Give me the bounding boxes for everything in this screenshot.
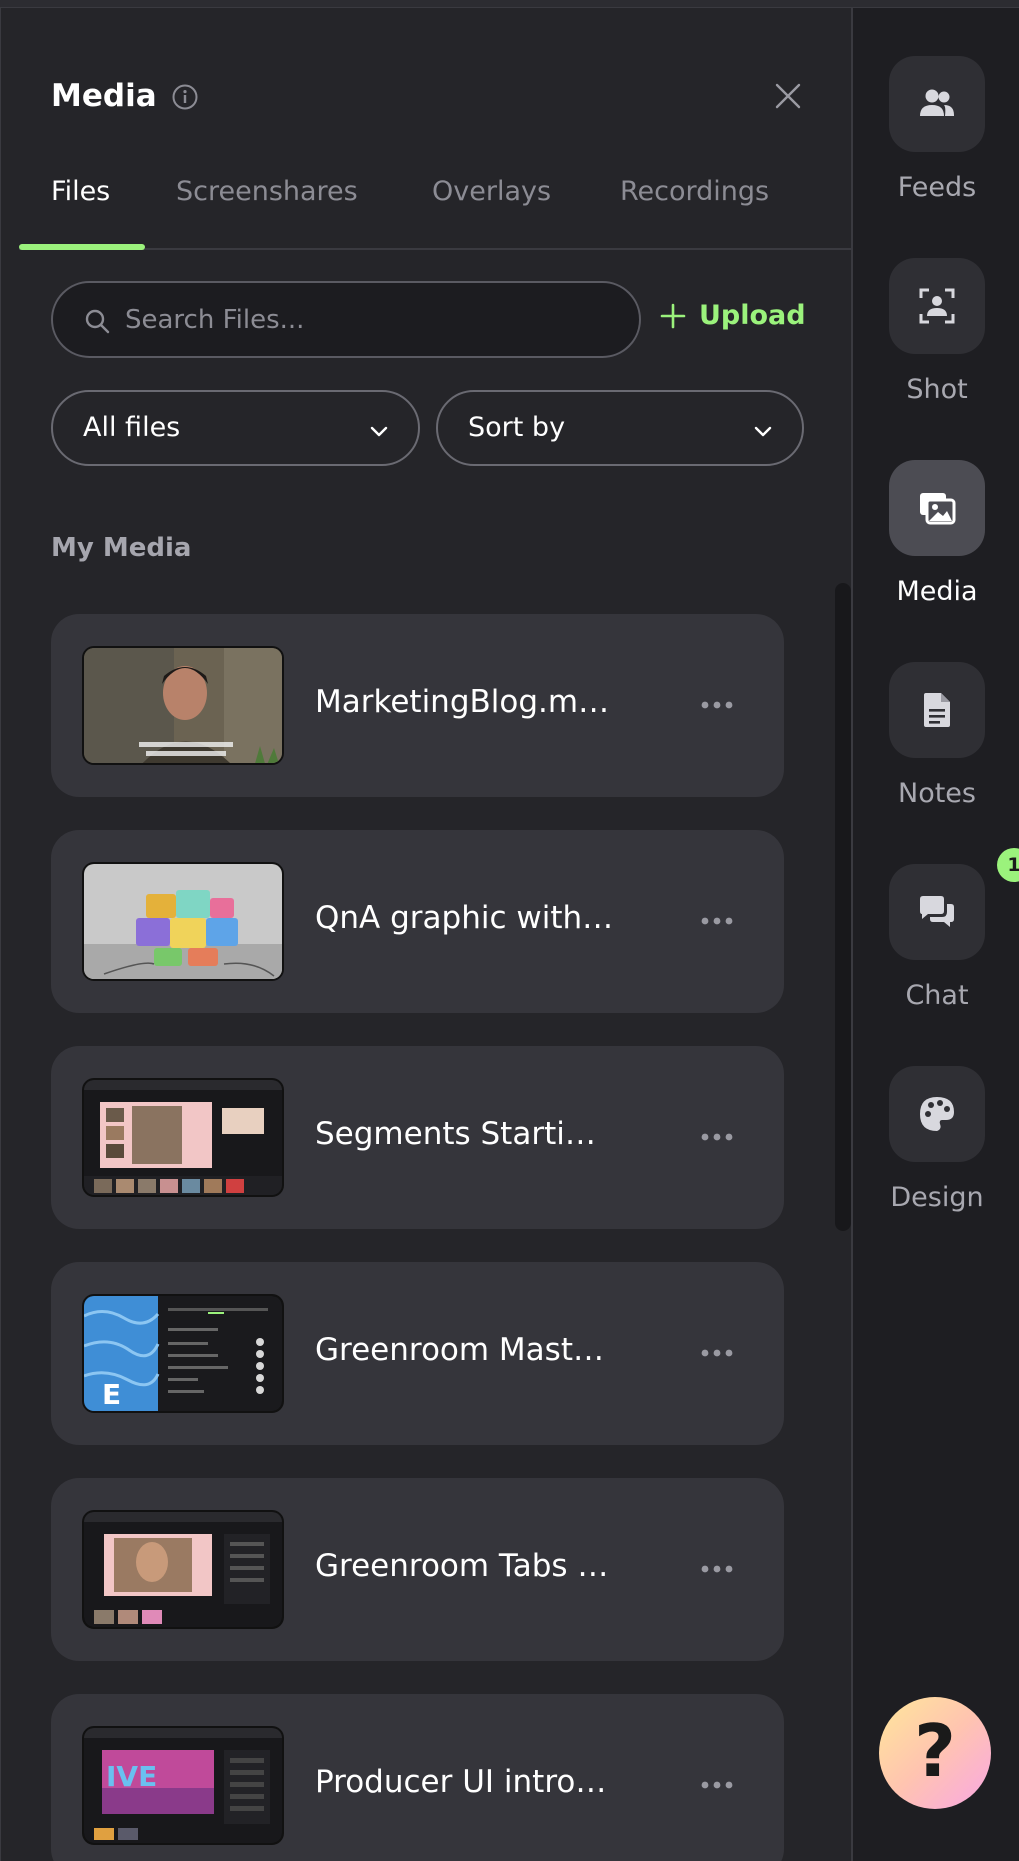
close-icon[interactable] [772,80,804,112]
media-item[interactable]: MarketingBlog.mp4 [51,614,784,797]
chevron-down-icon [754,426,772,437]
nav-item-design[interactable]: Design [853,1066,1019,1246]
nav-item-media[interactable]: Media [853,460,1019,640]
nav-label-media: Media [896,576,978,607]
nav-label-feeds: Feeds [897,172,977,203]
nav-button-shot[interactable] [889,258,985,354]
media-item[interactable]: Greenroom Tabs Ove... [51,1478,784,1661]
tab-files[interactable]: Files [51,176,110,207]
more-options-icon[interactable] [697,1556,737,1582]
tab-overlays[interactable]: Overlays [432,176,551,207]
media-item[interactable]: Segments Starting St... [51,1046,784,1229]
help-label: ? [914,1709,956,1793]
more-options-icon[interactable] [697,1124,737,1150]
chat-unread-badge: 1 [997,848,1019,882]
file-filter-select[interactable]: All files [51,390,420,466]
nav-label-design: Design [890,1182,984,1213]
nav-label-notes: Notes [898,778,976,809]
search-icon [85,309,110,334]
media-item-name: Greenroom Tabs Ove... [315,1548,615,1584]
upload-label: Upload [699,300,806,331]
more-options-icon[interactable] [697,692,737,718]
nav-item-notes[interactable]: Notes [853,662,1019,842]
media-tabs: Files Screenshares Overlays Recordings [19,158,851,250]
svg-text:IVE: IVE [106,1760,157,1793]
media-thumbnail: E [82,1294,284,1413]
media-item-name: Segments Starting St... [315,1116,615,1152]
panel-title: Media [51,78,157,114]
media-thumbnail [82,862,284,981]
section-title: My Media [51,533,192,563]
media-item-name: QnA graphic with so... [315,900,615,936]
nav-button-feeds[interactable] [889,56,985,152]
media-thumbnail [82,646,284,765]
media-thumbnail [82,1510,284,1629]
info-icon[interactable] [171,83,199,111]
people-icon [920,89,954,116]
images-icon [920,493,956,525]
upload-button[interactable]: Upload [659,300,806,331]
nav-label-shot: Shot [906,374,968,405]
nav-button-notes[interactable] [889,662,985,758]
window-top-border [0,0,1019,8]
sort-value: Sort by [468,412,566,443]
palette-icon [920,1097,954,1131]
plus-icon [660,303,686,328]
media-item[interactable]: E Greenroom Mastered... [51,1262,784,1445]
media-list-scrollbar[interactable] [835,583,851,1231]
nav-item-chat[interactable]: 1 Chat [853,848,1019,1044]
media-item[interactable]: IVE Producer UI intro SHo... [51,1694,784,1861]
sort-select[interactable]: Sort by [436,390,804,466]
tab-recordings[interactable]: Recordings [620,176,769,207]
tab-screenshares[interactable]: Screenshares [176,176,358,207]
shot-icon [919,288,955,324]
svg-text:E: E [102,1378,121,1411]
media-thumbnail: IVE [82,1726,284,1845]
search-box[interactable] [51,281,641,358]
active-tab-indicator [19,244,145,250]
nav-button-chat[interactable]: 1 [889,848,1019,960]
file-filter-value: All files [83,412,181,443]
help-button[interactable]: ? [879,1697,991,1809]
nav-item-shot[interactable]: Shot [853,258,1019,438]
media-item-name: Greenroom Mastered... [315,1332,615,1368]
nav-label-chat: Chat [905,980,969,1011]
media-item-name: Producer UI intro SHo... [315,1764,615,1800]
more-options-icon[interactable] [697,1772,737,1798]
more-options-icon[interactable] [697,908,737,934]
chevron-down-icon [370,426,388,437]
nav-item-feeds[interactable]: Feeds [853,56,1019,236]
right-nav-rail: Feeds Shot Media Notes 1 Chat Design [851,8,1019,1861]
nav-button-media[interactable] [889,460,985,556]
nav-button-design[interactable] [889,1066,985,1162]
media-item[interactable]: QnA graphic with so... [51,830,784,1013]
media-thumbnail [82,1078,284,1197]
media-item-name: MarketingBlog.mp4 [315,684,615,720]
document-icon [924,693,950,727]
more-options-icon[interactable] [697,1340,737,1366]
media-panel: Media Files Screenshares Overlays Record… [0,8,851,1861]
search-input[interactable] [125,297,605,343]
chat-icon [920,896,954,927]
